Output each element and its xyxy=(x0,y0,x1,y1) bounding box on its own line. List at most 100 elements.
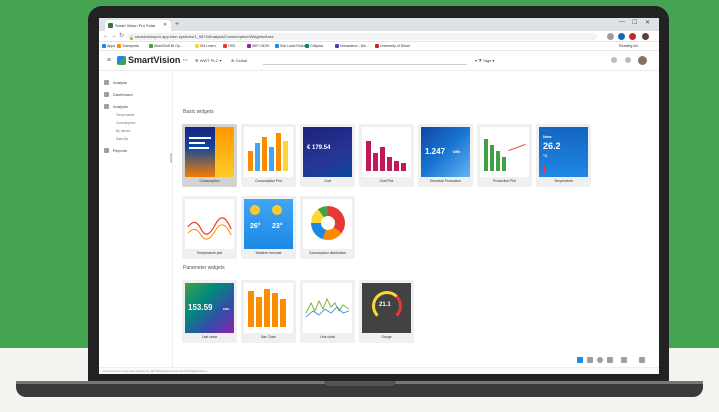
line-view-icon[interactable] xyxy=(607,357,613,363)
widget-card-last-value[interactable]: 153.59 kWh Last value xyxy=(182,280,237,343)
sun-icon xyxy=(272,205,282,215)
widget-thumbnail: 153.59 kWh xyxy=(185,283,234,333)
bookmark-item[interactable]: Solr Lead Rules xyxy=(275,43,306,50)
url-field[interactable]: 🔒 smartvisionpro.app.hsm.systems/1_9874/… xyxy=(127,33,597,40)
profile-avatar[interactable] xyxy=(642,33,649,40)
new-tab-icon[interactable]: + xyxy=(175,20,179,29)
sidebar-subitem[interactable]: Temperature xyxy=(116,113,135,118)
widget-thumbnail xyxy=(185,127,234,177)
app-logo[interactable]: SmartVision Pro xyxy=(128,55,188,66)
bookmark-icon xyxy=(117,43,121,48)
bookmark-label: University of Dimer xyxy=(380,44,411,48)
widget-card-consumption[interactable]: Consumption xyxy=(182,124,237,187)
widget-thumbnail: Now 26.2 °C xyxy=(539,127,588,177)
widget-thumbnail xyxy=(185,199,234,249)
widget-card-weather-forecast[interactable]: 26° 23° Weather forecast xyxy=(241,196,296,259)
grid-view-icon[interactable] xyxy=(577,357,583,363)
user-avatar[interactable] xyxy=(638,56,647,65)
star-icon[interactable] xyxy=(607,33,614,40)
extension-icon[interactable] xyxy=(629,33,636,40)
laptop-screen: Smart Vision Pro Solar ✕ + — ☐ ✕ ← → ↻ 🔒… xyxy=(99,18,659,374)
bookmark-item[interactable]: WorldSoft BI Op... xyxy=(149,43,183,50)
widget-label: Cost xyxy=(324,179,331,183)
bookmark-item[interactable]: SM Learn xyxy=(195,43,216,50)
last-value-unit: kWh xyxy=(223,307,230,311)
widget-card-cost-plot[interactable]: Cost Plot xyxy=(359,124,414,187)
widget-label: Temperature xyxy=(553,179,574,183)
favicon-icon xyxy=(108,23,113,28)
widget-card-consumption-distribution[interactable]: Consumption distribution xyxy=(300,196,355,259)
widget-card-temperature[interactable]: Now 26.2 °C Temperature xyxy=(536,124,591,187)
reload-icon[interactable]: ↻ xyxy=(119,32,124,41)
widget-thumbnail xyxy=(244,127,293,177)
widget-thumbnail: 21.1 xyxy=(362,283,411,333)
bookmark-icon xyxy=(247,43,251,48)
bookmark-label: Nomadeon - Mo... xyxy=(340,44,369,48)
bookmark-item[interactable]: WIFI ODIS xyxy=(247,43,269,50)
temperature-label: Now xyxy=(543,134,552,139)
tags-filter[interactable]: ▾ ⧩ Tags ▾ xyxy=(475,57,494,64)
sidebar-subitem[interactable]: Consumption xyxy=(116,121,135,126)
bar-view-icon[interactable] xyxy=(587,357,593,363)
bookmark-label: Apps xyxy=(107,44,116,48)
sidebar-subitem[interactable]: By device xyxy=(116,129,130,134)
bookmark-label: Chilpina xyxy=(310,44,323,48)
bookmark-label: SM Learn xyxy=(200,44,216,48)
forward-icon[interactable]: → xyxy=(111,32,117,41)
close-icon[interactable]: ✕ xyxy=(163,20,167,31)
widget-card-gauge[interactable]: 21.1 Gauge xyxy=(359,280,414,343)
widget-card-consumption-plot[interactable]: Consumption Plot xyxy=(241,124,296,187)
widget-label: Weather forecast xyxy=(255,251,282,255)
widget-label: Gauge xyxy=(381,335,392,339)
more-icon[interactable] xyxy=(639,357,645,363)
widget-card-bar-chart[interactable]: Bar Chart xyxy=(241,280,296,343)
sidebar-item-dashboard[interactable]: Dashboard xyxy=(104,92,133,98)
bookmark-item[interactable]: University of Dimer xyxy=(375,43,410,50)
browser-tab[interactable]: Smart Vision Pro Solar ✕ xyxy=(105,20,171,31)
bookmark-icon xyxy=(195,43,199,48)
bookmarks-bar: Apps Transports WorldSoft BI Op... SM Learn… xyxy=(99,42,659,51)
bookmark-item[interactable]: HSS xyxy=(223,43,235,50)
widget-thumbnail xyxy=(303,283,352,333)
bookmark-label: Solr Lead Rules xyxy=(280,44,306,48)
bookmark-item[interactable]: Nomadeon - Mo... xyxy=(335,43,369,50)
widget-label: Last value xyxy=(201,335,218,339)
extension-icon[interactable] xyxy=(618,33,625,40)
widget-card-line-chart[interactable]: Line chart xyxy=(300,280,355,343)
sidebar-item-analyse[interactable]: Analyse xyxy=(104,80,127,86)
site-selector[interactable]: ⚙ WWT PLC ▾ xyxy=(195,57,222,64)
bookmark-item[interactable]: Apps xyxy=(102,43,115,50)
bookmark-label: HSS xyxy=(228,44,236,48)
back-icon[interactable]: ← xyxy=(103,32,109,41)
area-selector[interactable]: ⊕ Global xyxy=(231,57,247,64)
bookmark-label: Transports xyxy=(122,44,140,48)
last-value: 153.59 xyxy=(188,303,213,312)
window-close-icon[interactable]: ✕ xyxy=(645,19,650,26)
delete-icon[interactable] xyxy=(621,357,627,363)
widget-thumbnail: 1.247 kWh xyxy=(421,127,470,177)
widget-card-electrical-production[interactable]: 1.247 kWh Electrical Production xyxy=(418,124,473,187)
maximize-icon[interactable]: ☐ xyxy=(632,19,637,26)
sidebar-resize-handle[interactable] xyxy=(170,153,172,163)
settings-icon[interactable] xyxy=(611,57,617,63)
widget-card-production-plot[interactable]: Production Plot xyxy=(477,124,532,187)
pie-view-icon[interactable] xyxy=(597,357,603,363)
bookmark-item[interactable]: Chilpina xyxy=(305,43,323,50)
widget-label: Line chart xyxy=(320,335,335,339)
widget-card-temperature-plot[interactable]: Temperature plot xyxy=(182,196,237,259)
reading-list[interactable]: Reading list xyxy=(619,43,638,50)
tab-title: Smart Vision Pro Solar xyxy=(115,23,156,28)
sidebar-subitem[interactable]: Data list xyxy=(116,137,128,142)
line-chart-icon xyxy=(305,297,350,318)
selector-underline xyxy=(263,64,467,65)
sidebar-item-reports[interactable]: Reports xyxy=(104,148,127,154)
app-header: ≡ SmartVision Pro ⚙ WWT PLC ▾ ⊕ Global ▾… xyxy=(99,51,659,71)
minimize-icon[interactable]: — xyxy=(619,19,625,25)
weather-left-temp: 26° xyxy=(250,223,261,230)
bookmark-item[interactable]: Transports xyxy=(117,43,139,50)
widget-thumbnail xyxy=(244,283,293,333)
chat-icon[interactable] xyxy=(625,57,631,63)
widget-card-cost[interactable]: € 179.54 Cost xyxy=(300,124,355,187)
sidebar-item-analysis[interactable]: Analysis xyxy=(104,104,128,110)
menu-icon[interactable]: ≡ xyxy=(107,57,111,64)
